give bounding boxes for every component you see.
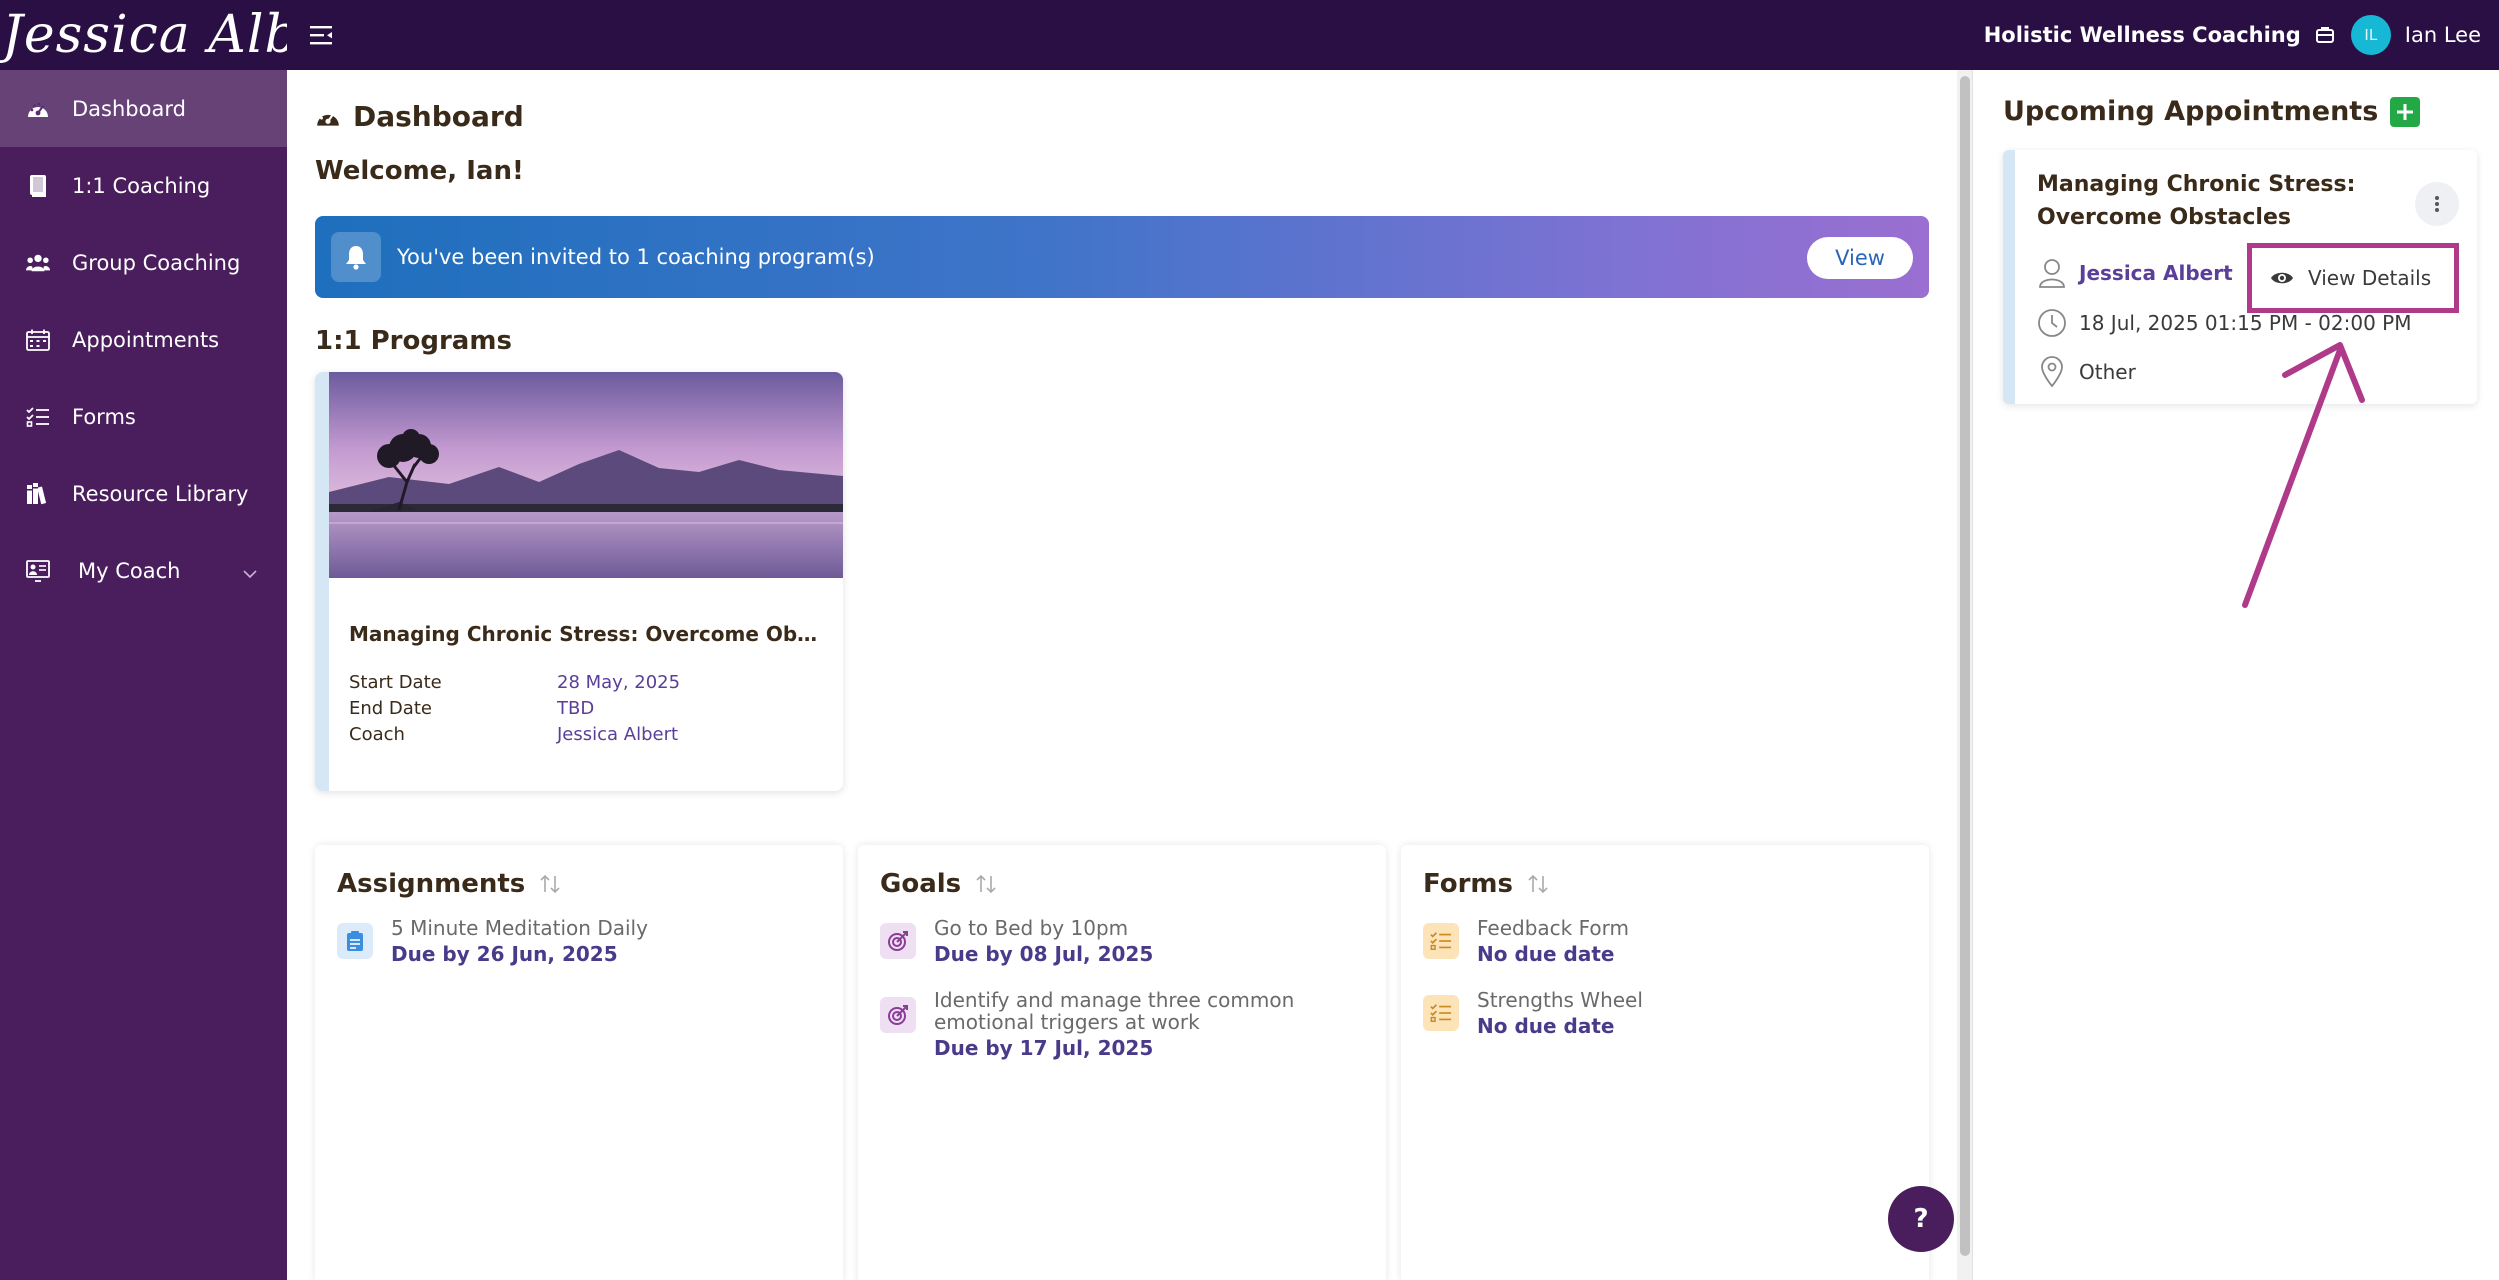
view-details-menu-item[interactable]: View Details: [2247, 243, 2459, 313]
task-name: 5 Minute Meditation Daily: [391, 916, 648, 940]
help-button[interactable]: ?: [1888, 1186, 1954, 1252]
target-icon: [880, 923, 916, 959]
sort-icon[interactable]: [539, 873, 561, 895]
sidebar-item-appointments[interactable]: Appointments: [0, 301, 287, 378]
more-options-button[interactable]: [2415, 182, 2459, 226]
coach-value[interactable]: Jessica Albert: [557, 724, 678, 745]
task-due: Due by 08 Jul, 2025: [934, 942, 1154, 966]
task-name: Identify and manage three common emotion…: [934, 988, 1295, 1034]
sidebar-item-label: Resource Library: [72, 481, 249, 506]
scrollbar-thumb[interactable]: [1960, 76, 1970, 1256]
invitation-banner: You've been invited to 1 coaching progra…: [315, 216, 1929, 298]
kebab-icon: [2435, 196, 2439, 212]
library-icon: [26, 482, 50, 506]
book-icon: [26, 174, 50, 198]
banner-text: You've been invited to 1 coaching progra…: [397, 245, 875, 269]
sidebar-item-coaching[interactable]: 1:1 Coaching: [0, 147, 287, 224]
program-card[interactable]: Managing Chronic Stress: Overcome Obsta.…: [315, 372, 843, 791]
sidebar-item-forms[interactable]: Forms: [0, 378, 287, 455]
appointments-heading: Upcoming Appointments: [2003, 96, 2421, 127]
welcome-heading: Welcome, Ian!: [315, 156, 524, 186]
appointment-location: Other: [2037, 356, 2136, 388]
task-name: Strengths Wheel: [1477, 988, 1643, 1012]
sidebar-item-label: Appointments: [72, 327, 220, 352]
assignments-panel: Assignments 5 Minute Meditation Daily Du…: [315, 845, 843, 1280]
sidebar-item-dashboard[interactable]: Dashboard: [0, 70, 287, 147]
task-due: No due date: [1477, 942, 1615, 966]
task-name: Feedback Form: [1477, 916, 1629, 940]
top-bar: Jessica Albert Holistic Wellness Coachin…: [0, 0, 2499, 70]
main-scrollbar[interactable]: [1957, 70, 1973, 1280]
task-name: Go to Bed by 10pm: [934, 916, 1129, 940]
clock-icon: [2037, 308, 2067, 338]
sort-icon[interactable]: [975, 873, 997, 895]
list-item[interactable]: 5 Minute Meditation Daily Due by 26 Jun,…: [337, 917, 791, 967]
chevron-down-icon[interactable]: [243, 560, 257, 584]
menu-toggle-icon[interactable]: [302, 15, 342, 55]
view-invitations-button[interactable]: View: [1807, 237, 1913, 279]
avatar[interactable]: IL: [2350, 15, 2391, 55]
goals-panel: Goals Go to Bed by 10pm Due by 08 Jul, 2…: [858, 845, 1386, 1280]
sidebar: Dashboard 1:1 Coaching Group Coaching Ap…: [0, 70, 287, 1280]
appointment-title[interactable]: Managing Chronic Stress: Overcome Obstac…: [2037, 168, 2377, 234]
sidebar-item-label: Dashboard: [72, 96, 186, 121]
list-item[interactable]: Feedback Form No due date: [1423, 917, 1877, 967]
calendar-icon: [26, 328, 50, 352]
program-cover-image: [329, 372, 843, 578]
plus-icon: [2397, 103, 2414, 120]
sidebar-item-my-coach[interactable]: My Coach: [0, 532, 287, 609]
dashboard-icon: [315, 106, 341, 128]
list-item[interactable]: Identify and manage three common emotion…: [880, 989, 1334, 1061]
page-title: Dashboard: [315, 100, 524, 133]
bell-icon: [331, 232, 381, 282]
target-icon: [880, 997, 916, 1033]
checklist-icon: [1423, 923, 1459, 959]
sort-icon[interactable]: [1527, 873, 1549, 895]
sidebar-item-label: 1:1 Coaching: [72, 173, 211, 198]
organization-name[interactable]: Holistic Wellness Coaching: [1984, 23, 2301, 47]
main-content: Dashboard Welcome, Ian! You've been invi…: [287, 70, 1957, 1280]
coach-icon: [26, 559, 50, 583]
add-appointment-button[interactable]: [2390, 96, 2421, 127]
sidebar-item-group-coaching[interactable]: Group Coaching: [0, 224, 287, 301]
checklist-icon: [1423, 995, 1459, 1031]
program-name[interactable]: Managing Chronic Stress: Overcome Obsta.…: [349, 622, 829, 646]
list-item[interactable]: Strengths Wheel No due date: [1423, 989, 1877, 1039]
task-due: Due by 17 Jul, 2025: [934, 1036, 1154, 1060]
start-date-value: 28 May, 2025: [557, 672, 681, 693]
user-icon: [2037, 258, 2067, 288]
users-icon: [26, 251, 50, 275]
task-due: No due date: [1477, 1014, 1615, 1038]
annotation-arrow-icon: [2242, 342, 2365, 608]
end-date-label: End Date: [349, 698, 432, 719]
goals-heading: Goals: [880, 869, 997, 899]
assignments-heading: Assignments: [337, 869, 561, 899]
eye-icon: [2270, 270, 2294, 286]
forms-heading: Forms: [1423, 869, 1549, 899]
briefcase-icon[interactable]: [2315, 25, 2335, 45]
sidebar-item-resource-library[interactable]: Resource Library: [0, 455, 287, 532]
checklist-icon: [26, 405, 50, 429]
user-area: Holistic Wellness Coaching IL Ian Lee: [1984, 0, 2481, 70]
coach-label: Coach: [349, 724, 405, 745]
brand-logo[interactable]: Jessica Albert: [0, 0, 287, 70]
location-pin-icon: [2037, 356, 2067, 388]
sidebar-item-label: Forms: [72, 404, 136, 429]
appointment-coach: Jessica Albert: [2037, 258, 2233, 288]
sidebar-item-label: My Coach: [78, 558, 181, 583]
programs-heading: 1:1 Programs: [315, 326, 512, 356]
end-date-value: TBD: [557, 698, 595, 719]
clipboard-icon: [337, 923, 373, 959]
user-name[interactable]: Ian Lee: [2405, 23, 2481, 47]
dashboard-icon: [26, 97, 50, 121]
task-due: Due by 26 Jun, 2025: [391, 942, 618, 966]
start-date-label: Start Date: [349, 672, 442, 693]
forms-panel: Forms Feedback Form No due date Strength…: [1401, 845, 1929, 1280]
sidebar-item-label: Group Coaching: [72, 250, 241, 275]
list-item[interactable]: Go to Bed by 10pm Due by 08 Jul, 2025: [880, 917, 1334, 967]
